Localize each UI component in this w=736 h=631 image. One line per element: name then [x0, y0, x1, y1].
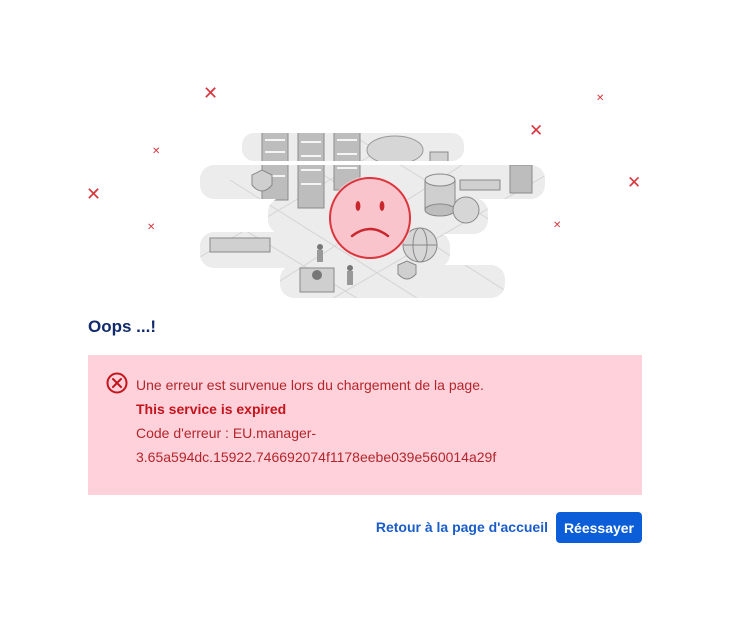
alert-message: Une erreur est survenue lors du chargeme… [136, 377, 484, 393]
alert-detail: This service is expired [136, 401, 287, 417]
page-title: Oops ...! [88, 317, 156, 336]
error-alert: Une erreur est survenue lors du chargeme… [88, 355, 642, 495]
alert-text: Une erreur est survenue lors du chargeme… [136, 373, 636, 469]
retry-button[interactable]: Réessayer [555, 512, 642, 543]
sad-face-icon [328, 176, 412, 260]
home-link[interactable]: Retour à la page d'accueil [376, 519, 548, 535]
error-illustration [200, 133, 545, 298]
error-page: ✕ ✕ ✕ ✕ ✕ ✕ ✕ ✕ Oops ...! Une erreur est… [0, 0, 736, 631]
error-code-value: 3.65a594dc.15922.746692074f1178eebe039e5… [136, 449, 497, 465]
action-bar: Retour à la page d'accueil Réessayer [360, 512, 642, 543]
error-circle-x-icon [106, 372, 128, 394]
error-code-label: Code d'erreur : EU.manager- [136, 425, 317, 441]
